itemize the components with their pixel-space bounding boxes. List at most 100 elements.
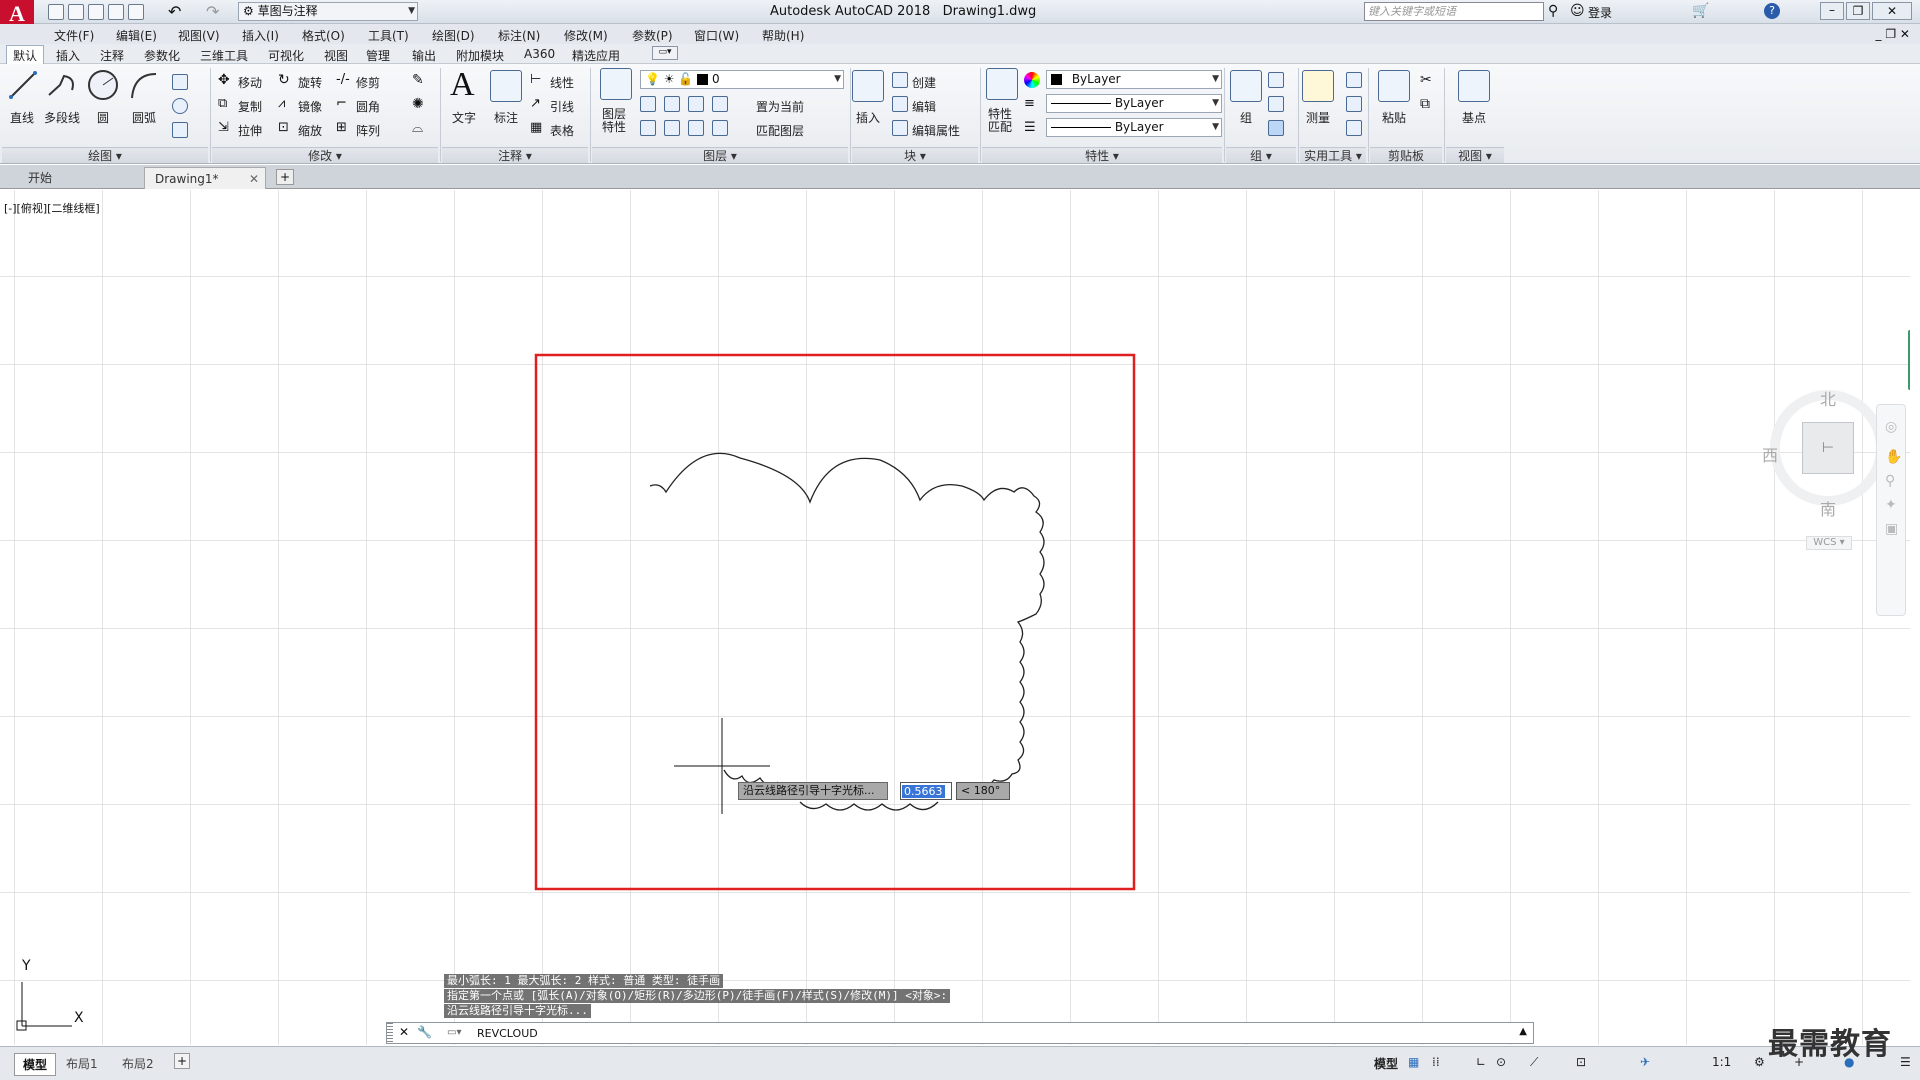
- command-grip[interactable]: [387, 1023, 393, 1043]
- set-current-label[interactable]: 置为当前: [756, 98, 804, 115]
- tab-layout1[interactable]: 布局1: [66, 1055, 98, 1072]
- match-properties-label[interactable]: 特性 匹配: [988, 108, 1012, 134]
- cut-icon[interactable]: ✂: [1420, 72, 1432, 88]
- hatch-icon[interactable]: [172, 122, 188, 138]
- minimize-button[interactable]: –: [1820, 2, 1844, 20]
- customize-icon[interactable]: ☰: [1900, 1055, 1911, 1069]
- annotation-scale-label[interactable]: 1:1: [1712, 1055, 1731, 1069]
- rectangle-icon[interactable]: [172, 74, 188, 90]
- mirror-label[interactable]: 镜像: [298, 98, 322, 115]
- edit-attr-label[interactable]: 编辑属性: [912, 122, 960, 139]
- close-tab-icon[interactable]: ✕: [249, 168, 259, 190]
- leader-label[interactable]: 引线: [550, 98, 574, 115]
- showmotion-icon[interactable]: ▣: [1885, 521, 1898, 537]
- user-icon[interactable]: ☺: [1570, 3, 1585, 19]
- modify-panel-title[interactable]: 修改 ▾: [212, 147, 438, 163]
- tab-annotate[interactable]: 注释: [100, 47, 124, 64]
- tab-parametric[interactable]: 参数化: [144, 47, 180, 64]
- menu-format[interactable]: 格式(O): [302, 27, 345, 44]
- cart-icon[interactable]: 🛒: [1692, 3, 1709, 19]
- table-label[interactable]: 表格: [550, 122, 574, 139]
- text-label[interactable]: 文字: [452, 109, 476, 126]
- layer-tool-3-icon[interactable]: [688, 96, 704, 112]
- tab-drawing1[interactable]: Drawing1* ✕: [144, 167, 266, 189]
- tab-featured-apps[interactable]: 精选应用: [572, 47, 620, 64]
- match-layer-label[interactable]: 匹配图层: [756, 122, 804, 139]
- close-button[interactable]: ✕: [1872, 2, 1912, 20]
- line-icon[interactable]: [8, 70, 38, 100]
- menu-file[interactable]: 文件(F): [54, 27, 94, 44]
- offset-icon[interactable]: ⌓: [412, 120, 423, 136]
- dimension-label[interactable]: 标注: [494, 109, 518, 126]
- pan-icon[interactable]: ✋: [1885, 449, 1902, 465]
- close-command-icon[interactable]: ✕: [399, 1025, 409, 1039]
- tab-view[interactable]: 视图: [324, 47, 348, 64]
- utility-3-icon[interactable]: [1346, 120, 1362, 136]
- snap-toggle-icon[interactable]: ⁞⁞: [1432, 1055, 1440, 1069]
- compass-south[interactable]: 南: [1820, 496, 1836, 520]
- grid-toggle-icon[interactable]: ▦: [1408, 1055, 1419, 1069]
- base-view-icon[interactable]: [1458, 70, 1490, 102]
- groups-panel-title[interactable]: 组 ▾: [1226, 147, 1296, 163]
- trim-icon[interactable]: -/-: [336, 72, 350, 87]
- wcs-dropdown[interactable]: WCS ▾: [1806, 536, 1852, 550]
- compass-north[interactable]: 北: [1820, 386, 1836, 410]
- save-icon[interactable]: [88, 4, 104, 20]
- utility-2-icon[interactable]: [1346, 96, 1362, 112]
- erase-icon[interactable]: ✎: [412, 72, 424, 88]
- isodraft-icon[interactable]: ⟋: [1530, 1055, 1538, 1070]
- menu-insert[interactable]: 插入(I): [242, 27, 279, 44]
- rotate-label[interactable]: 旋转: [298, 74, 322, 91]
- group-icon[interactable]: [1230, 70, 1262, 102]
- measure-label[interactable]: 测量: [1306, 109, 1330, 126]
- tab-start[interactable]: 开始: [18, 167, 138, 189]
- new-file-icon[interactable]: [48, 4, 64, 20]
- base-label[interactable]: 基点: [1462, 109, 1486, 126]
- paste-icon[interactable]: [1378, 70, 1410, 102]
- tab-visualize[interactable]: 可视化: [268, 47, 304, 64]
- copy-clip-icon[interactable]: ⧉: [1420, 96, 1430, 112]
- circle-label[interactable]: 圆: [97, 109, 109, 126]
- new-tab-button[interactable]: +: [276, 169, 294, 185]
- color-wheel-icon[interactable]: [1024, 72, 1040, 88]
- menu-parametric[interactable]: 参数(P): [632, 27, 673, 44]
- open-file-icon[interactable]: [68, 4, 84, 20]
- zoom-icon[interactable]: ⚲: [1885, 473, 1897, 489]
- scale-label[interactable]: 缩放: [298, 122, 322, 139]
- compass-west[interactable]: 西: [1762, 442, 1778, 466]
- layer-select[interactable]: 💡 ☀ 🔓 0 ▼: [640, 70, 844, 89]
- layers-panel-title[interactable]: 图层 ▾: [592, 147, 848, 163]
- fillet-label[interactable]: 圆角: [356, 98, 380, 115]
- color-select[interactable]: ByLayer ▼: [1046, 70, 1222, 89]
- draw-panel-title[interactable]: 绘图 ▾: [2, 147, 208, 163]
- stretch-label[interactable]: 拉伸: [238, 122, 262, 139]
- steering-wheel-icon[interactable]: ◎: [1885, 419, 1897, 435]
- trim-label[interactable]: 修剪: [356, 74, 380, 91]
- tab-model[interactable]: 模型: [14, 1053, 57, 1076]
- maximize-button[interactable]: ❐: [1846, 2, 1870, 20]
- ungroup-icon[interactable]: [1268, 72, 1284, 88]
- utilities-panel-title[interactable]: 实用工具 ▾: [1300, 147, 1366, 163]
- create-label[interactable]: 创建: [912, 74, 936, 91]
- utility-1-icon[interactable]: [1346, 72, 1362, 88]
- fillet-icon[interactable]: ⌐: [336, 96, 347, 111]
- edit-attr-icon[interactable]: [892, 120, 908, 136]
- explode-icon[interactable]: ✺: [412, 96, 424, 112]
- vertical-scrollbar[interactable]: [1908, 330, 1910, 390]
- menu-window[interactable]: 窗口(W): [694, 27, 739, 44]
- tab-layout2[interactable]: 布局2: [122, 1055, 154, 1072]
- rotate-icon[interactable]: ↻: [278, 72, 290, 88]
- layer-tool-8-icon[interactable]: [712, 120, 728, 136]
- lineweight-icon[interactable]: ☰: [1024, 120, 1036, 135]
- lineweight-select[interactable]: ByLayer ▼: [1046, 118, 1222, 137]
- linear-label[interactable]: 线性: [550, 74, 574, 91]
- layer-tool-7-icon[interactable]: [688, 120, 704, 136]
- search-box[interactable]: 键入关键字或短语: [1364, 2, 1544, 21]
- menu-draw[interactable]: 绘图(D): [432, 27, 475, 44]
- circle-icon[interactable]: [86, 68, 120, 102]
- menu-edit[interactable]: 编辑(E): [116, 27, 157, 44]
- group-edit-icon[interactable]: [1268, 96, 1284, 112]
- dimension-icon[interactable]: [490, 70, 522, 102]
- command-input[interactable]: REVCLOUD: [477, 1027, 538, 1040]
- model-space-label[interactable]: 模型: [1374, 1055, 1398, 1072]
